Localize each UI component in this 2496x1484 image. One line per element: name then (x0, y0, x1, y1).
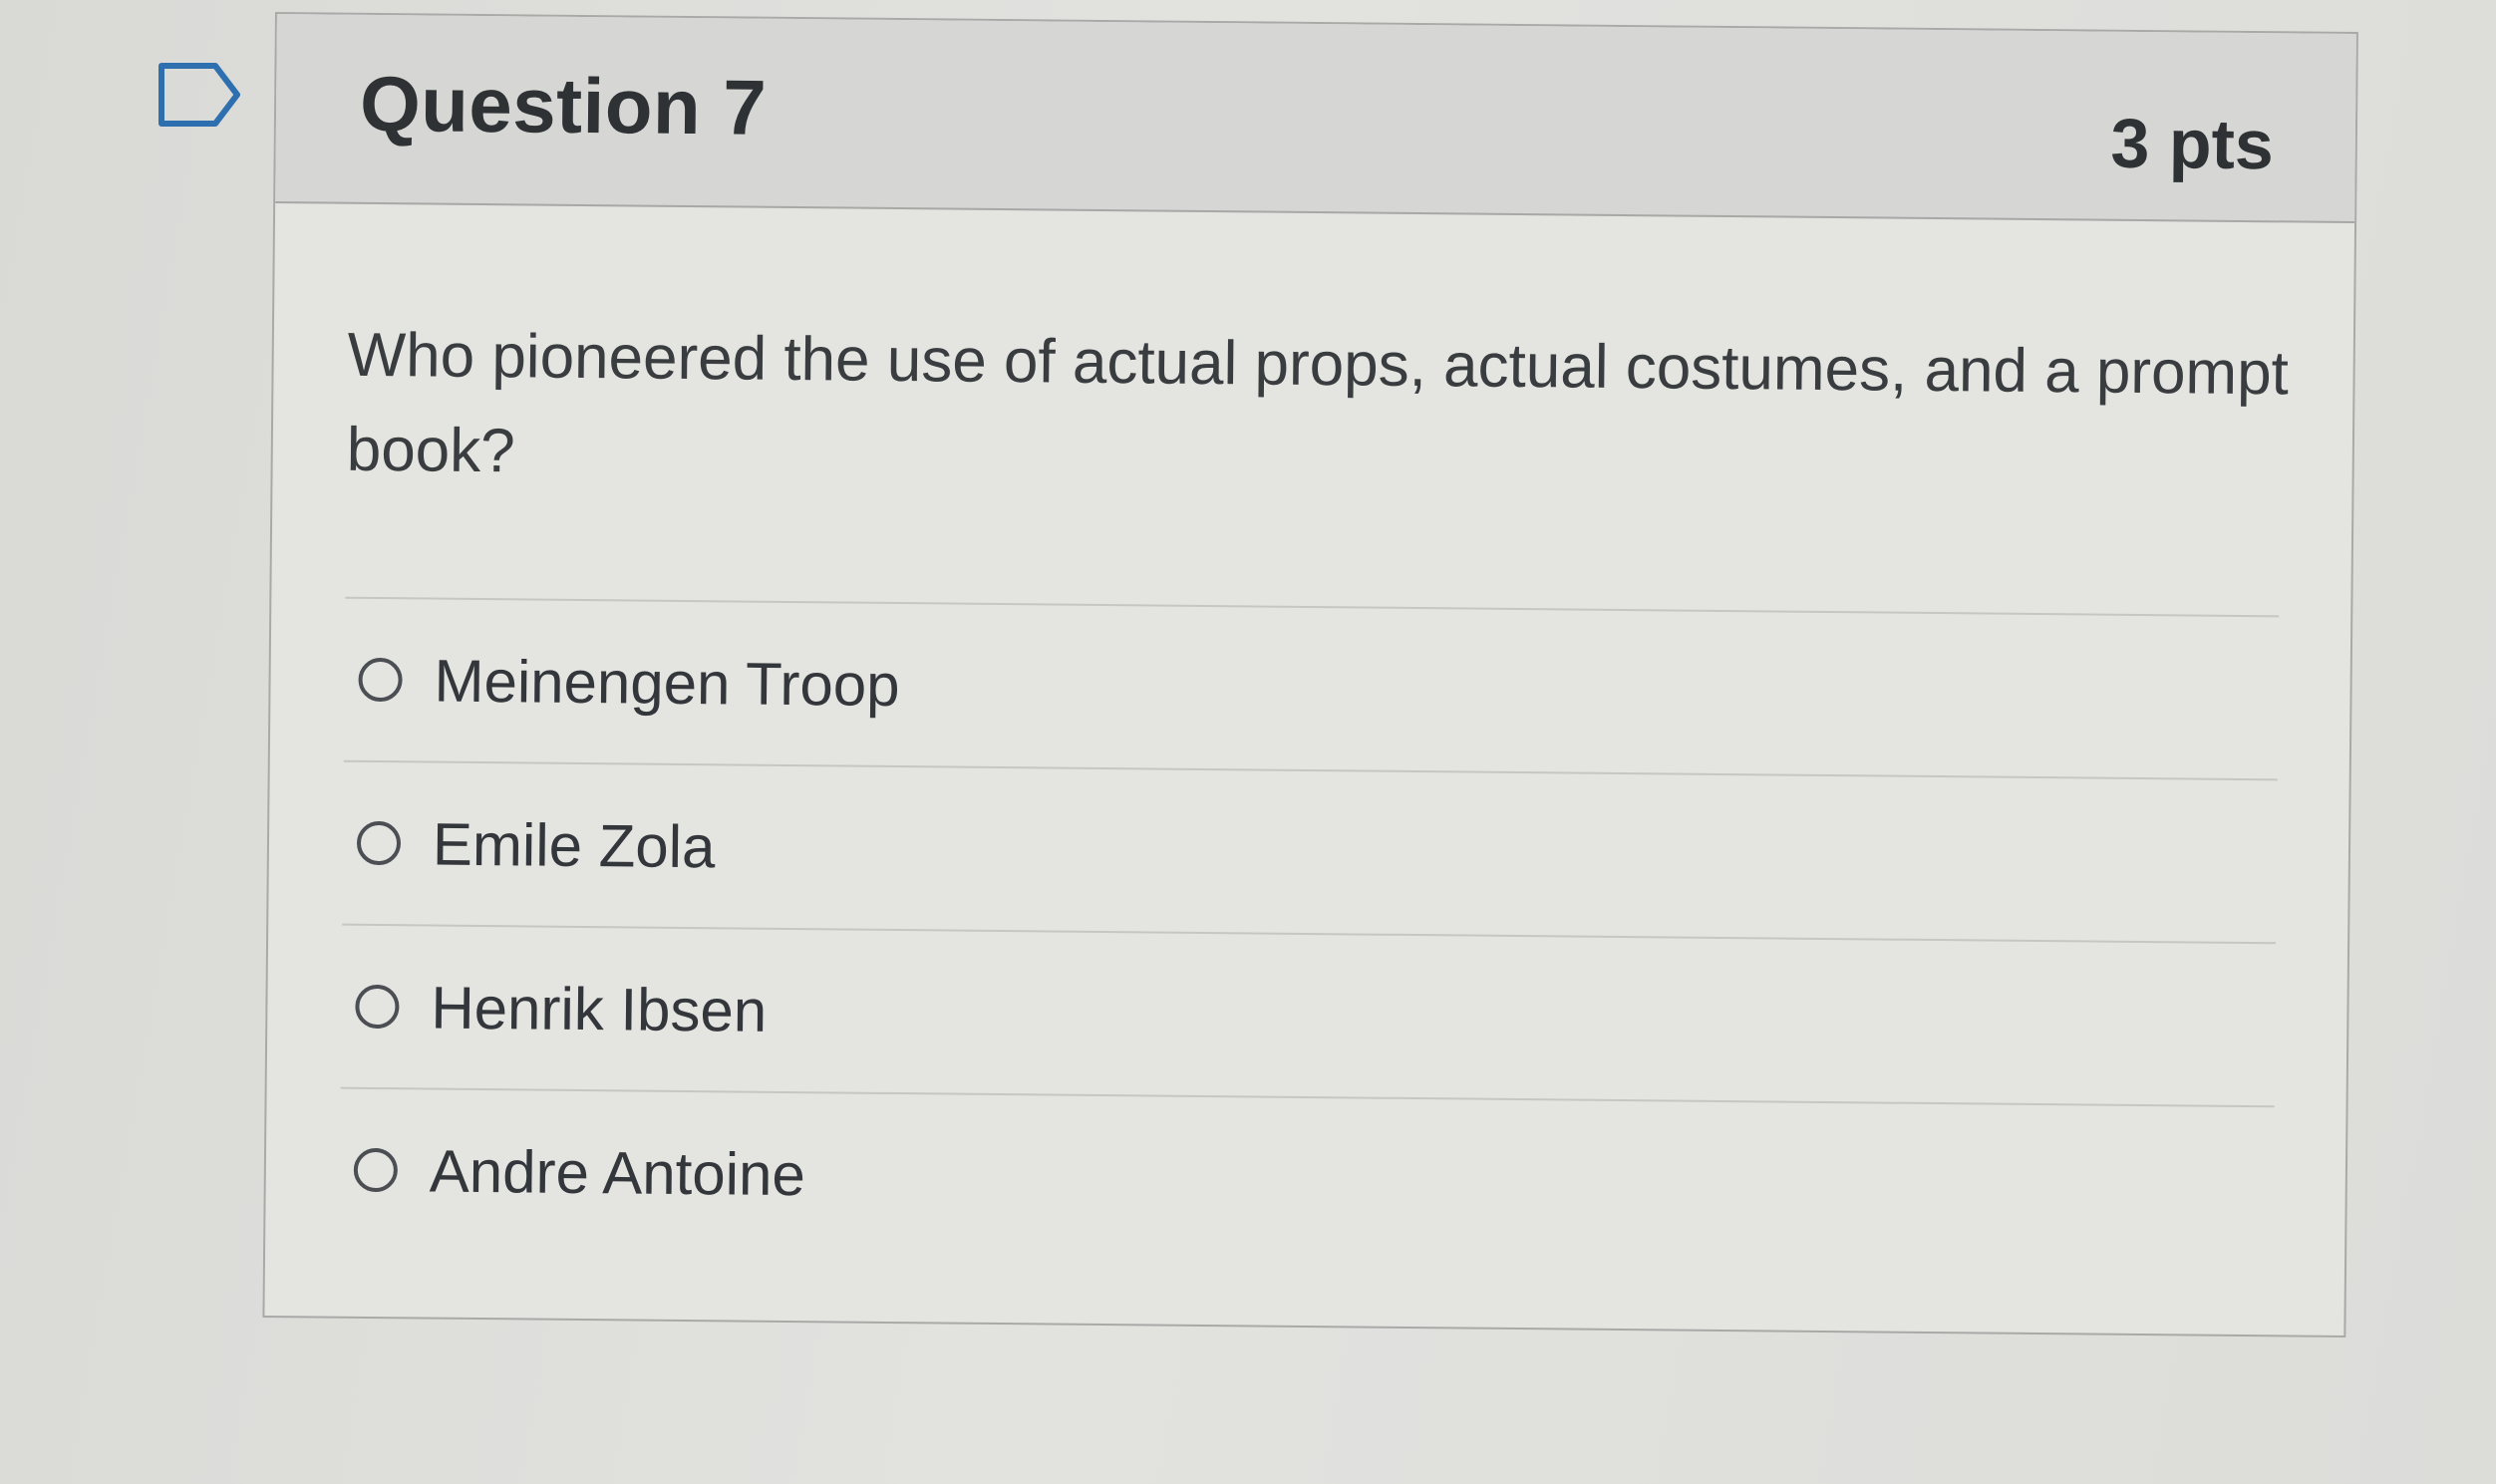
radio-button[interactable] (355, 984, 400, 1030)
question-header: Question 7 3 pts (275, 14, 2356, 224)
flag-question-icon[interactable] (157, 62, 243, 128)
answer-option[interactable]: Emile Zola (342, 759, 2278, 943)
radio-button[interactable] (358, 657, 403, 703)
question-text: Who pioneered the use of actual props, a… (346, 320, 2290, 486)
answer-label: Emile Zola (432, 810, 716, 880)
question-title: Question 7 (359, 59, 768, 151)
answer-list: Meinengen Troop Emile Zola Henrik Ibsen … (339, 596, 2280, 1270)
radio-button[interactable] (353, 1147, 399, 1193)
answer-option[interactable]: Henrik Ibsen (340, 923, 2277, 1106)
answer-label: Andre Antoine (429, 1137, 806, 1208)
question-points: 3 pts (2110, 104, 2275, 184)
answer-option[interactable]: Andre Antoine (339, 1086, 2275, 1270)
question-body: Who pioneered the use of actual props, a… (265, 203, 2354, 1270)
question-card: Question 7 3 pts Who pioneered the use o… (262, 12, 2358, 1338)
answer-label: Meinengen Troop (434, 647, 900, 719)
radio-button[interactable] (356, 820, 402, 866)
answer-label: Henrik Ibsen (431, 974, 768, 1044)
answer-option[interactable]: Meinengen Troop (343, 596, 2280, 779)
